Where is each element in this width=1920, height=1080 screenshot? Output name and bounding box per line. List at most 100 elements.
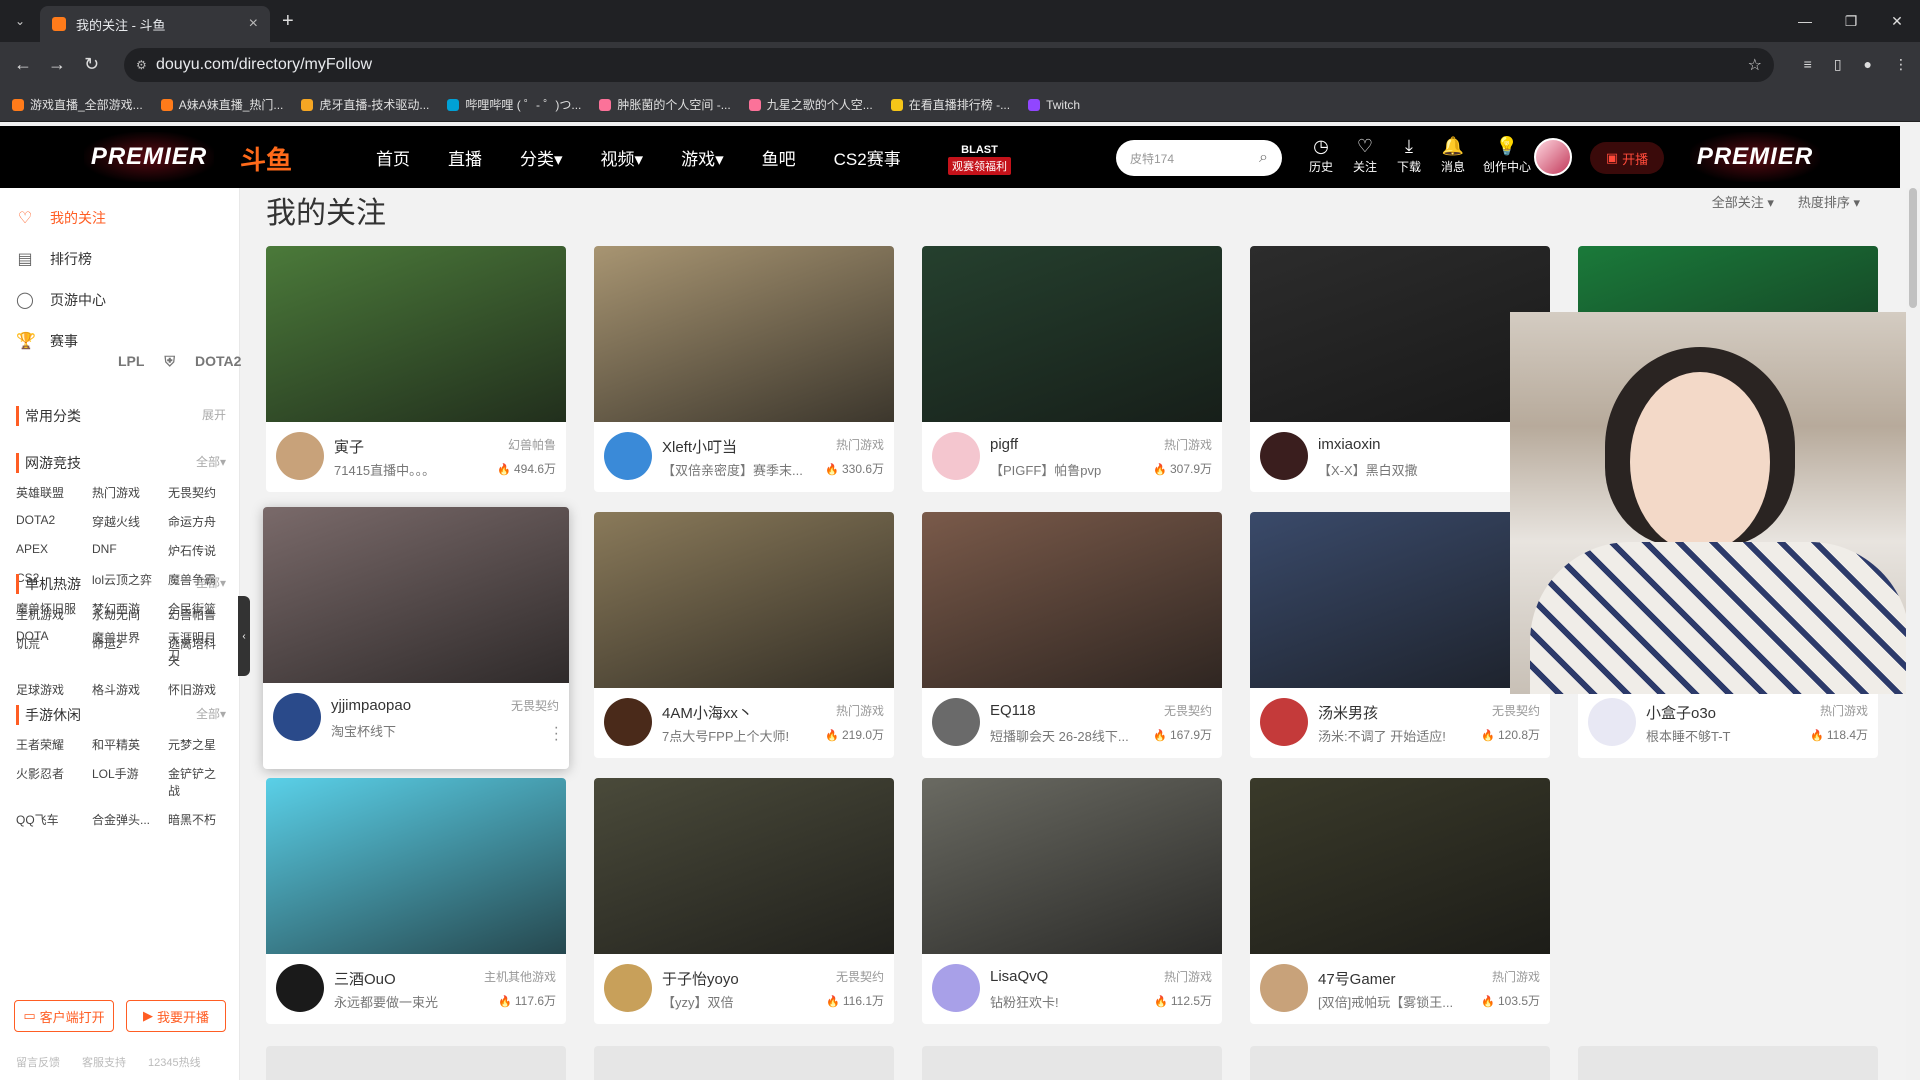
- search-icon[interactable]: ⌕: [1259, 149, 1268, 167]
- bookmark-star-icon[interactable]: ☆: [1748, 55, 1762, 75]
- nav-item[interactable]: 首页: [376, 145, 410, 170]
- streamer-avatar[interactable]: [1260, 964, 1308, 1012]
- category-link[interactable]: 暗黑不朽: [168, 811, 226, 828]
- bulb-button[interactable]: 💡 创作中心: [1482, 136, 1532, 175]
- streamer-name[interactable]: 小盒子o3o: [1646, 702, 1716, 723]
- start-live-button[interactable]: ▣ 开播: [1590, 142, 1664, 174]
- user-avatar[interactable]: [1534, 138, 1572, 176]
- tab-search-button[interactable]: ⌄: [8, 9, 32, 33]
- stream-category[interactable]: 热门游戏: [836, 702, 884, 719]
- stream-card[interactable]: 于子怡yoyo 无畏契约 【yzy】双倍 🔥 116.1万: [594, 778, 894, 1024]
- streamer-name[interactable]: LisaQvQ: [990, 968, 1048, 985]
- bookmark-item[interactable]: 在看直播排行榜 -...: [890, 96, 1010, 113]
- search-input[interactable]: 皮特174 ⌕: [1116, 140, 1282, 176]
- blast-promo[interactable]: BLAST 观赛领福利: [948, 144, 1011, 175]
- bookmark-item[interactable]: 肿胀菌的个人空间 -...: [599, 96, 731, 113]
- stream-thumbnail[interactable]: [922, 246, 1222, 422]
- bookmark-item[interactable]: 游戏直播_全部游戏...: [12, 96, 143, 113]
- filter-all-dropdown[interactable]: 全部关注 ▾: [1712, 192, 1774, 211]
- stream-thumbnail[interactable]: [922, 512, 1222, 688]
- stream-card[interactable]: yjjimpaopao 无畏契约 淘宝杯线下 · · ·: [263, 507, 569, 769]
- sidepanel-icon[interactable]: ▯: [1834, 56, 1842, 73]
- stream-card[interactable]: 寅子 幻兽帕鲁 71415直播中。。。 🔥 494.6万: [266, 246, 566, 492]
- stream-thumbnail[interactable]: [922, 778, 1222, 954]
- url-bar[interactable]: ⚙ douyu.com/directory/myFollow ☆: [124, 48, 1774, 82]
- streamer-avatar[interactable]: [273, 693, 321, 741]
- category-link[interactable]: 合金弹头...: [92, 811, 168, 828]
- stream-card[interactable]: 汤米男孩 无畏契约 汤米:不调了 开始适应! 🔥 120.8万: [1250, 512, 1550, 758]
- sort-dropdown[interactable]: 热度排序 ▾: [1798, 192, 1860, 211]
- browser-tab-active[interactable]: 我的关注 - 斗鱼 ×: [40, 6, 270, 42]
- category-link[interactable]: 格斗游戏: [92, 681, 168, 698]
- bell-button[interactable]: 🔔 消息: [1438, 136, 1468, 175]
- go-live-button[interactable]: ▶ 我要开播: [126, 1000, 226, 1032]
- category-link[interactable]: 英雄联盟: [16, 484, 92, 501]
- forward-button[interactable]: →: [48, 54, 66, 75]
- bookmark-item[interactable]: 哔哩哔哩 ( ゜- ゜)つ...: [447, 96, 581, 113]
- stream-thumbnail[interactable]: [266, 778, 566, 954]
- category-link[interactable]: 命运2: [92, 635, 168, 669]
- category-link[interactable]: 怀旧游戏: [168, 681, 226, 698]
- category-section-more[interactable]: 全部▾: [196, 705, 226, 725]
- stream-card[interactable]: imxiaoxin热【X-X】黑白双撒🔥 30: [1250, 246, 1550, 492]
- streamer-name[interactable]: 47号Gamer: [1318, 968, 1396, 989]
- stream-thumbnail[interactable]: [594, 246, 894, 422]
- streamer-name[interactable]: 三酒OuO: [334, 968, 396, 989]
- premier-banner-right[interactable]: PREMIER: [1690, 132, 1820, 182]
- streamer-name[interactable]: pigff: [990, 436, 1018, 453]
- category-link[interactable]: 主机游戏: [16, 606, 92, 623]
- streamer-avatar[interactable]: [1260, 432, 1308, 480]
- streamer-avatar[interactable]: [276, 964, 324, 1012]
- streamer-name[interactable]: 4AM小海xx丶: [662, 702, 753, 723]
- heart-button[interactable]: ♡ 关注: [1350, 136, 1380, 175]
- stream-category[interactable]: 热门游戏: [1820, 702, 1868, 719]
- footer-link[interactable]: 客服支持: [82, 1054, 126, 1070]
- back-button[interactable]: ←: [14, 54, 32, 75]
- sidebar-item[interactable]: ◯ 页游中心: [16, 290, 106, 310]
- stream-category[interactable]: 无畏契约: [511, 697, 559, 714]
- streamer-name[interactable]: 寅子: [334, 436, 364, 457]
- category-link[interactable]: APEX: [16, 542, 92, 559]
- douyu-logo[interactable]: 斗鱼: [240, 140, 292, 177]
- nav-item[interactable]: 直播: [448, 145, 482, 170]
- close-tab-icon[interactable]: ×: [249, 15, 258, 33]
- site-info-icon[interactable]: ⚙: [136, 58, 147, 72]
- download-button[interactable]: ⤓ 下载: [1394, 136, 1424, 175]
- streamer-name[interactable]: 汤米男孩: [1318, 702, 1378, 723]
- category-link[interactable]: 元梦之星: [168, 736, 226, 753]
- streamer-name[interactable]: 于子怡yoyo: [662, 968, 739, 989]
- bookmark-item[interactable]: Twitch: [1028, 98, 1080, 112]
- esports-logo[interactable]: DOTA2: [195, 353, 241, 370]
- nav-item[interactable]: 分类▾: [520, 145, 563, 170]
- category-link[interactable]: 饥荒: [16, 635, 92, 669]
- streamer-avatar[interactable]: [1588, 698, 1636, 746]
- open-client-button[interactable]: ▭ 客户端打开: [14, 1000, 114, 1032]
- stream-thumbnail[interactable]: [594, 512, 894, 688]
- category-link[interactable]: 热门游戏: [92, 484, 168, 501]
- stream-category[interactable]: 无畏契约: [1164, 702, 1212, 719]
- stream-category[interactable]: 幻兽帕鲁: [508, 436, 556, 453]
- collapse-sidebar-button[interactable]: ‹: [238, 596, 250, 676]
- streamer-avatar[interactable]: [604, 698, 652, 746]
- stream-card[interactable]: LisaQvQ 热门游戏 钻粉狂欢卡! 🔥 112.5万: [922, 778, 1222, 1024]
- stream-thumbnail[interactable]: [1250, 246, 1550, 422]
- scrollbar-thumb[interactable]: [1909, 188, 1917, 308]
- stream-category[interactable]: 无畏契约: [1492, 702, 1540, 719]
- bookmark-item[interactable]: A妹A妹直播_热门...: [160, 96, 283, 113]
- category-link[interactable]: 永劫无间: [92, 606, 168, 623]
- stream-category[interactable]: 热门游戏: [1492, 968, 1540, 985]
- stream-thumbnail[interactable]: [594, 778, 894, 954]
- streamer-name[interactable]: yjjimpaopao: [331, 697, 411, 714]
- stream-thumbnail[interactable]: [1250, 512, 1550, 688]
- category-link[interactable]: 穿越火线: [92, 513, 168, 530]
- nav-item[interactable]: CS2赛事: [834, 145, 901, 170]
- more-options-icon[interactable]: · · ·: [554, 720, 559, 748]
- category-link[interactable]: 足球游戏: [16, 681, 92, 698]
- streamer-avatar[interactable]: [604, 964, 652, 1012]
- category-link[interactable]: QQ飞车: [16, 811, 92, 828]
- footer-link[interactable]: 留言反馈: [16, 1054, 60, 1070]
- sidebar-item[interactable]: ♡ 我的关注: [16, 208, 106, 228]
- nav-item[interactable]: 鱼吧: [762, 145, 796, 170]
- category-link[interactable]: DNF: [92, 542, 168, 559]
- sidebar-item[interactable]: 🏆 赛事: [16, 331, 78, 351]
